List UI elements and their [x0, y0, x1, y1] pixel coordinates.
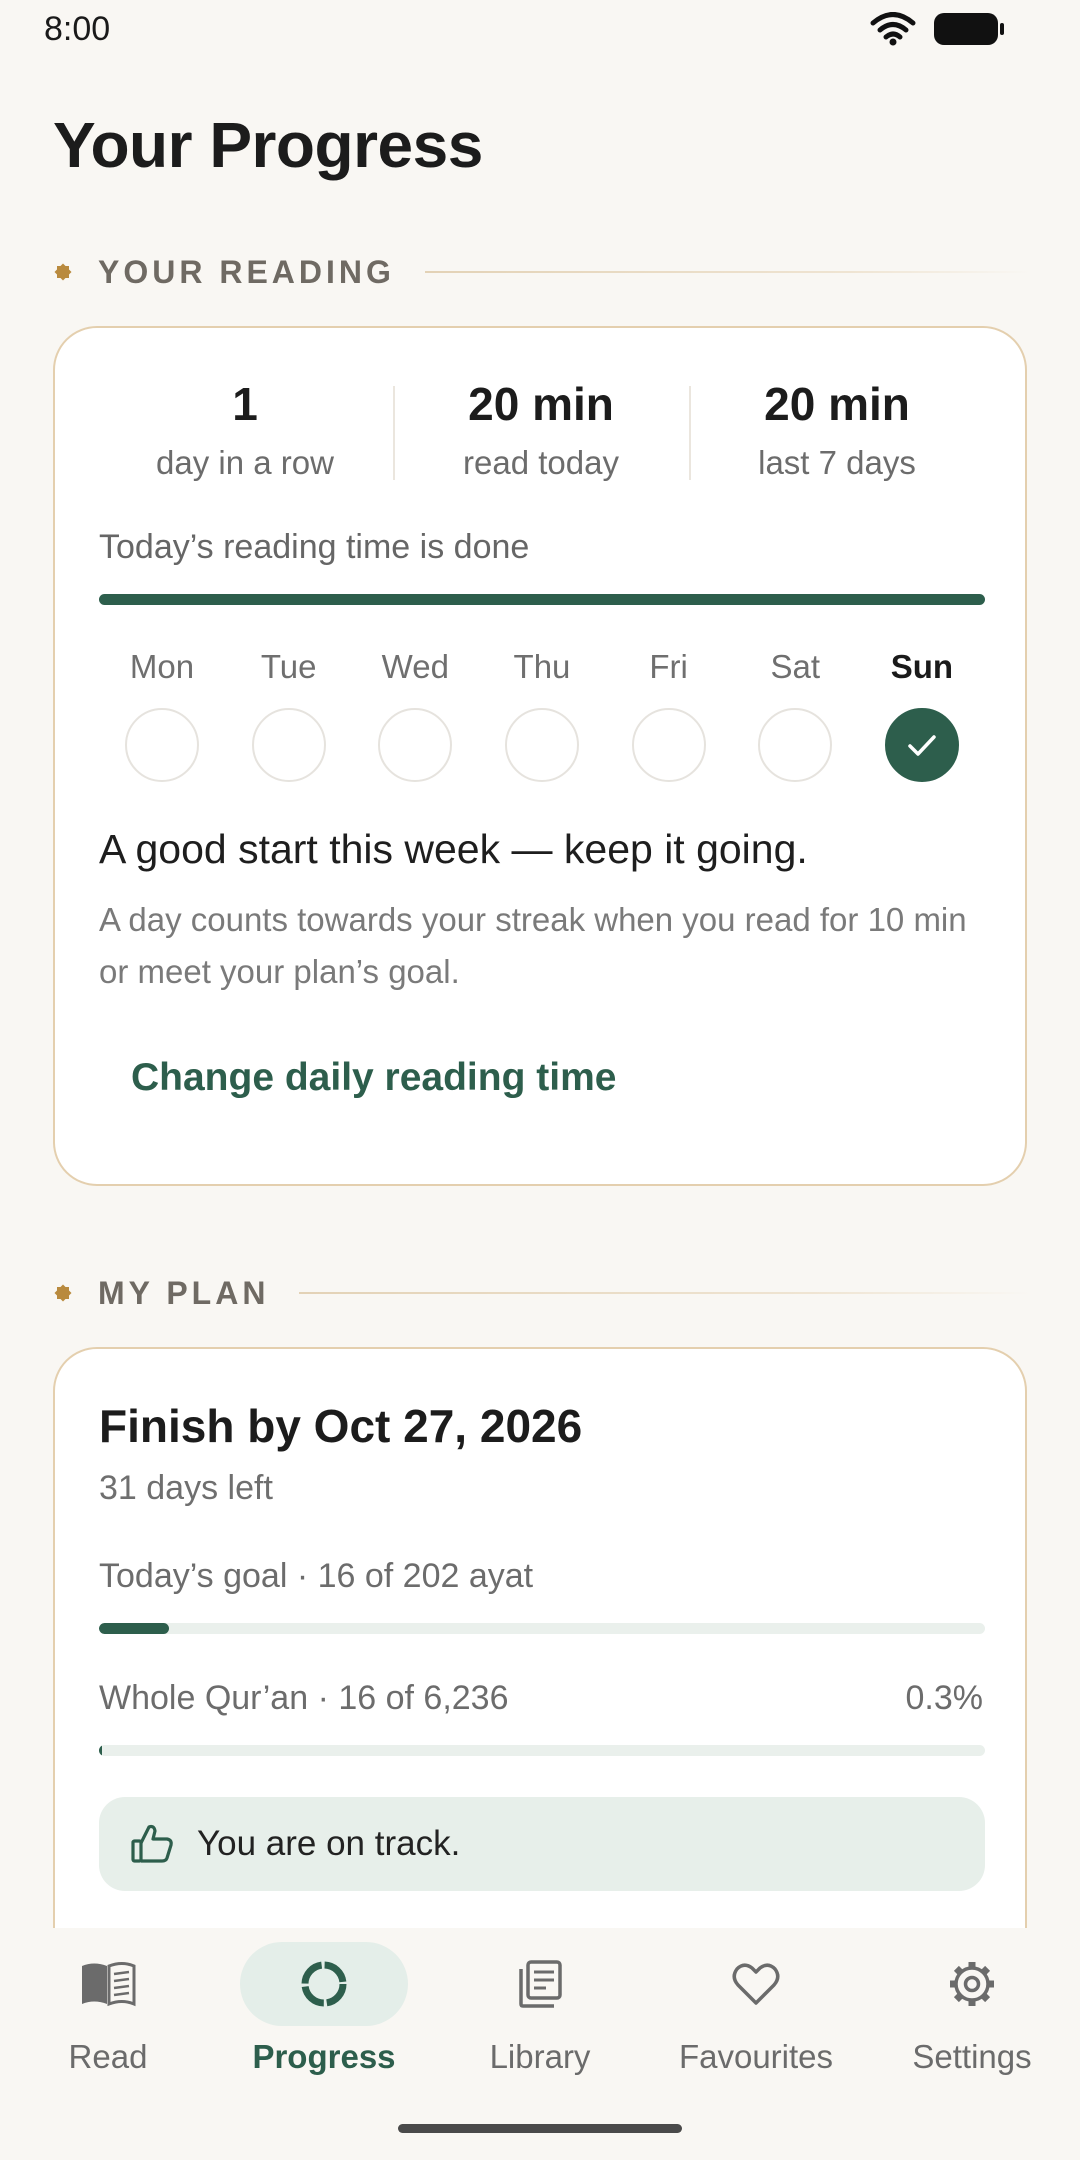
day-name: Tue — [260, 648, 317, 685]
quran-progress-text: Whole Qur’an · 16 of 6,236 — [99, 1679, 509, 1717]
day-circle — [125, 708, 199, 782]
section-divider — [299, 1292, 1030, 1294]
day-circle — [251, 708, 326, 782]
stat-label: day in a row — [156, 444, 334, 481]
day-circle — [631, 708, 706, 782]
stat-value: 20 min — [468, 378, 614, 430]
battery-icon — [934, 12, 1006, 51]
day-thu: Thu — [504, 648, 579, 782]
section-label: YOUR READING — [98, 253, 395, 290]
day-mon: Mon — [125, 648, 199, 782]
daily-goal-text: Today’s goal · 16 of 202 ayat — [99, 1557, 534, 1595]
day-sat: Sat — [758, 648, 833, 782]
page-title: Your Progress — [53, 109, 483, 181]
thumbs-up-icon — [131, 1824, 173, 1863]
day-circle — [504, 708, 579, 782]
plan-title: Finish by Oct 27, 2026 — [99, 1400, 583, 1452]
star-icon — [54, 263, 72, 281]
daily-goal-progress-fill — [99, 1623, 169, 1634]
section-label: MY PLAN — [98, 1274, 270, 1311]
nav-label: Progress — [252, 2038, 396, 2075]
nav-icon-container — [672, 1942, 840, 2026]
plan-section-header: MY PLAN — [50, 1271, 1030, 1315]
on-track-banner: You are on track. — [99, 1797, 985, 1891]
nav-label: Settings — [912, 2038, 1032, 2075]
wifi-icon — [870, 12, 916, 51]
today-status-text: Today’s reading time is done — [99, 528, 530, 566]
nav-label: Favourites — [678, 2038, 834, 2075]
quran-progress-percent: 0.3% — [905, 1679, 984, 1717]
star-icon — [54, 1284, 72, 1302]
quran-progress-bar — [99, 1745, 985, 1756]
book-icon — [82, 1962, 136, 2007]
nav-item-library[interactable]: Library — [432, 1942, 648, 2076]
stat-value: 20 min — [764, 378, 910, 430]
week-message: A good start this week — keep it going. — [99, 826, 808, 872]
nav-item-read[interactable]: Read — [0, 1942, 216, 2076]
library-icon — [519, 1960, 562, 2008]
week-row: Mon Tue Wed Thu Fri Sat Sun — [99, 648, 985, 782]
stat-week: 20 min last 7 days — [689, 376, 985, 482]
stat-label: read today — [463, 444, 619, 481]
day-tue: Tue — [251, 648, 326, 782]
day-name: Sat — [770, 648, 821, 685]
day-name: Sun — [890, 648, 954, 685]
day-name: Wed — [381, 648, 449, 685]
status-time: 8:00 — [44, 10, 111, 48]
day-name: Mon — [129, 648, 195, 685]
status-bar: 8:00 — [0, 0, 1080, 62]
day-name: Fri — [649, 648, 688, 685]
quran-progress-fill — [99, 1745, 102, 1756]
nav-label: Library — [489, 2038, 591, 2075]
nav-item-progress[interactable]: Progress — [216, 1942, 432, 2076]
reading-section-header: YOUR READING — [50, 250, 1030, 294]
heart-icon — [732, 1963, 780, 2005]
nav-icon-container — [888, 1942, 1056, 2026]
day-wed: Wed — [378, 648, 453, 782]
day-fri: Fri — [631, 648, 706, 782]
change-daily-reading-time-button[interactable]: Change daily reading time — [99, 1042, 648, 1114]
nav-icon-container — [456, 1942, 624, 2026]
nav-item-settings[interactable]: Settings — [864, 1942, 1080, 2076]
day-sun: Sun — [884, 648, 959, 782]
home-indicator — [398, 2124, 682, 2133]
stat-streak: 1 day in a row — [97, 376, 393, 482]
day-circle — [758, 708, 833, 782]
daily-goal-progress-bar — [99, 1623, 985, 1634]
nav-label: Read — [68, 2038, 148, 2075]
today-progress-bar — [99, 594, 985, 605]
streak-note: A day counts towards your streak when yo… — [99, 901, 967, 990]
section-divider — [424, 271, 1030, 273]
reading-card: 1 day in a row 20 min read today 20 min … — [53, 326, 1027, 1186]
days-left: 31 days left — [99, 1469, 273, 1507]
nav-icon-container — [240, 1942, 408, 2026]
progress-screen: 8:00 Your Progress YOUR READING 1 day in… — [0, 0, 1080, 2160]
stat-today: 20 min read today — [393, 376, 689, 482]
stat-value: 1 — [232, 378, 258, 430]
stats-row: 1 day in a row 20 min read today 20 min … — [55, 376, 1025, 482]
progress-ring-icon — [301, 1961, 347, 2007]
day-name: Thu — [513, 648, 571, 685]
gear-icon — [950, 1962, 994, 2006]
nav-icon-container — [24, 1942, 192, 2026]
day-circle — [378, 708, 453, 782]
on-track-text: You are on track. — [197, 1824, 461, 1863]
checkmark-icon — [908, 735, 936, 756]
nav-item-favourites[interactable]: Favourites — [648, 1942, 864, 2076]
stat-label: last 7 days — [758, 444, 916, 481]
day-circle-completed — [884, 708, 959, 782]
status-icons — [870, 12, 1006, 51]
